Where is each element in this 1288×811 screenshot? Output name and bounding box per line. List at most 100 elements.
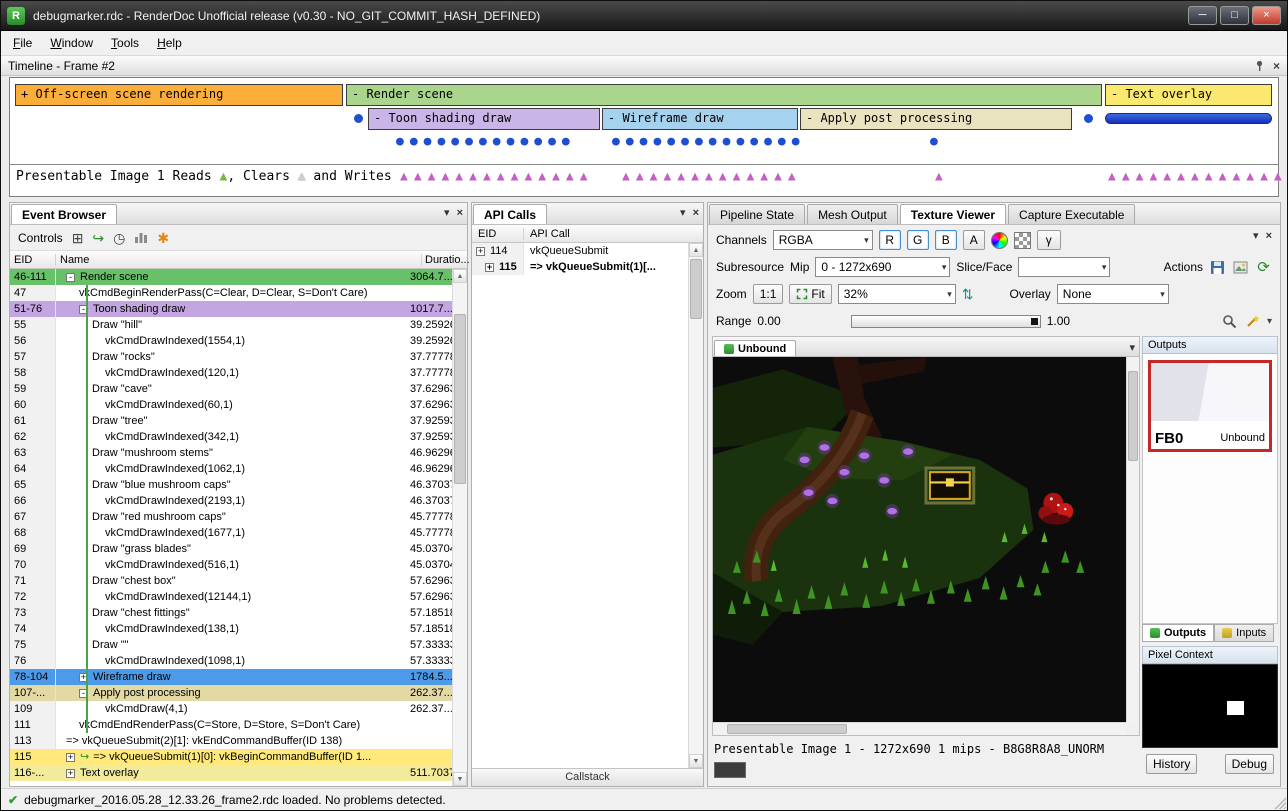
scroll-up-icon[interactable]: ▲ [689, 243, 703, 257]
channel-r-button[interactable]: R [879, 230, 901, 250]
panel-close-icon[interactable]: × [693, 207, 699, 219]
maximize-button[interactable]: □ [1220, 6, 1249, 25]
event-row[interactable]: 65Draw "blue mushroom caps"46.37037 [10, 477, 452, 493]
scrollbar-thumb[interactable] [690, 259, 702, 319]
event-row[interactable]: 47vkCmdBeginRenderPass(C=Clear, D=Clear,… [10, 285, 452, 301]
event-row[interactable]: 67Draw "red mushroom caps"45.77778 [10, 509, 452, 525]
more-options-icon[interactable]: ▾ [1267, 316, 1272, 327]
tree-expander-icon[interactable]: + [476, 247, 485, 256]
api-calls-scrollbar[interactable]: ▲ ▼ [688, 243, 703, 768]
tab-capture-executable[interactable]: Capture Executable [1008, 204, 1135, 224]
timeline-bar-offscreen[interactable]: + Off-screen scene rendering [15, 84, 343, 106]
panel-menu-icon[interactable]: ▾ [1253, 229, 1259, 242]
texture-image[interactable] [713, 357, 1126, 722]
event-row[interactable]: 62vkCmdDrawIndexed(342,1)37.92593 [10, 429, 452, 445]
channel-g-button[interactable]: G [907, 230, 929, 250]
event-browser-scrollbar[interactable]: ▲ ▼ [452, 269, 467, 786]
event-row[interactable]: 61Draw "tree"37.92593 [10, 413, 452, 429]
timeline-bar-post-processing[interactable]: - Apply post processing [800, 108, 1072, 130]
minimize-button[interactable]: ─ [1188, 6, 1217, 25]
texture-tab-unbound[interactable]: Unbound [714, 340, 796, 356]
tree-expander-icon[interactable]: + [485, 263, 494, 272]
checkerboard-icon[interactable] [1014, 232, 1031, 249]
event-row[interactable]: 66vkCmdDrawIndexed(2193,1)46.37037 [10, 493, 452, 509]
event-row[interactable]: 57Draw "rocks"37.77778 [10, 349, 452, 365]
column-eid[interactable]: EID [10, 254, 56, 266]
pixel-pick-wand-icon[interactable] [1244, 313, 1261, 330]
history-button[interactable]: History [1146, 754, 1197, 774]
event-row[interactable]: 78-104+Wireframe draw1784.5... [10, 669, 452, 685]
menu-help[interactable]: Help [148, 32, 191, 54]
event-row[interactable]: 73Draw "chest fittings"57.18518 [10, 605, 452, 621]
event-row[interactable]: 59Draw "cave"37.62963 [10, 381, 452, 397]
event-row[interactable]: 46-111-Render scene3064.7... [10, 269, 452, 285]
timeline-canvas[interactable]: + Off-screen scene rendering - Render sc… [9, 77, 1279, 197]
scroll-down-icon[interactable]: ▼ [453, 772, 467, 786]
channel-b-button[interactable]: B [935, 230, 957, 250]
timeline-draw-dots-toon[interactable]: ●●●●●●●●●●●●● [396, 134, 576, 149]
column-eid[interactable]: EID [472, 228, 524, 240]
channel-a-button[interactable]: A [963, 230, 985, 250]
pixel-context-header[interactable]: Pixel Context [1142, 646, 1278, 664]
timeline-event-dot[interactable] [354, 114, 363, 123]
magnifier-icon[interactable] [1221, 313, 1238, 330]
tab-inputs[interactable]: Inputs [1214, 624, 1274, 642]
event-row[interactable]: 64vkCmdDrawIndexed(1062,1)46.96296 [10, 461, 452, 477]
scroll-down-icon[interactable]: ▼ [689, 754, 703, 768]
tab-texture-viewer[interactable]: Texture Viewer [900, 204, 1006, 224]
timeline-header[interactable]: Timeline - Frame #2 × [1, 56, 1287, 76]
mip-select[interactable]: 0 - 1272x690▾ [815, 257, 950, 277]
panel-close-icon[interactable]: × [457, 207, 463, 219]
save-icon[interactable] [1209, 259, 1226, 276]
export-image-icon[interactable] [1232, 259, 1249, 276]
timeline-bar-wireframe[interactable]: - Wireframe draw [602, 108, 798, 130]
resize-grip[interactable] [1273, 796, 1286, 809]
menu-file[interactable]: File [4, 32, 41, 54]
panel-menu-icon[interactable]: ▾ [680, 206, 686, 219]
debug-button[interactable]: Debug [1225, 754, 1274, 774]
range-slider-handle[interactable] [1031, 318, 1038, 325]
timeline-merged-events-bar[interactable] [1105, 113, 1272, 124]
event-row[interactable]: 55Draw "hill"39.25926 [10, 317, 452, 333]
texture-horizontal-scrollbar[interactable] [713, 722, 1126, 735]
scrollbar-thumb[interactable] [454, 314, 466, 484]
menu-window[interactable]: Window [41, 32, 102, 54]
api-row[interactable]: +115=> vkQueueSubmit(1)[... [472, 259, 688, 275]
event-row[interactable]: 116-...+Text overlay511.7037 [10, 765, 452, 781]
tab-mesh-output[interactable]: Mesh Output [807, 204, 898, 224]
timeline-bar-render-scene[interactable]: - Render scene [346, 84, 1102, 106]
tab-outputs[interactable]: Outputs [1142, 624, 1214, 642]
column-name[interactable]: Name [56, 254, 422, 266]
tree-expander-icon[interactable]: + [66, 753, 75, 762]
callstack-section[interactable]: Callstack [472, 768, 703, 786]
bookmark-icon[interactable]: ✱ [157, 231, 169, 245]
event-row[interactable]: 75Draw ""57.33333 [10, 637, 452, 653]
column-api-call[interactable]: API Call [524, 228, 703, 240]
scrollbar-thumb[interactable] [1128, 371, 1138, 461]
event-row[interactable]: 109vkCmdDraw(4,1)262.37... [10, 701, 452, 717]
color-wheel-icon[interactable] [991, 232, 1008, 249]
event-row[interactable]: 113=> vkQueueSubmit(2)[1]: vkEndCommandB… [10, 733, 452, 749]
texture-tabs-menu-icon[interactable]: ▾ [1129, 341, 1135, 354]
zoom-fit-button[interactable]: Fit [789, 284, 831, 304]
texture-viewport[interactable] [713, 357, 1126, 722]
event-row[interactable]: 70vkCmdDrawIndexed(516,1)45.03704 [10, 557, 452, 573]
flip-y-icon[interactable]: ⇅ [962, 286, 974, 303]
event-row[interactable]: 111vkCmdEndRenderPass(C=Store, D=Store, … [10, 717, 452, 733]
refresh-icon[interactable]: ⟳ [1255, 259, 1272, 276]
column-duration[interactable]: Duratio... [422, 254, 467, 266]
timeline-bar-text-overlay[interactable]: - Text overlay [1105, 84, 1272, 106]
goto-eid-icon[interactable]: ↪ [92, 231, 104, 245]
scroll-up-icon[interactable]: ▲ [453, 269, 467, 283]
timeline-event-dot[interactable] [1084, 114, 1093, 123]
event-row[interactable]: 107-...-Apply post processing262.37... [10, 685, 452, 701]
pin-icon[interactable] [1254, 60, 1265, 72]
close-button[interactable]: × [1252, 6, 1281, 25]
zoom-percent-combo[interactable]: 32%▾ [838, 284, 956, 304]
channels-select[interactable]: RGBA▾ [773, 230, 873, 250]
event-row[interactable]: 56vkCmdDrawIndexed(1554,1)39.25926 [10, 333, 452, 349]
tab-event-browser[interactable]: Event Browser [11, 204, 117, 224]
time-draws-icon[interactable]: ◷ [113, 231, 125, 245]
pixel-context-canvas[interactable] [1142, 664, 1278, 748]
event-row[interactable]: 69Draw "grass blades"45.03704 [10, 541, 452, 557]
